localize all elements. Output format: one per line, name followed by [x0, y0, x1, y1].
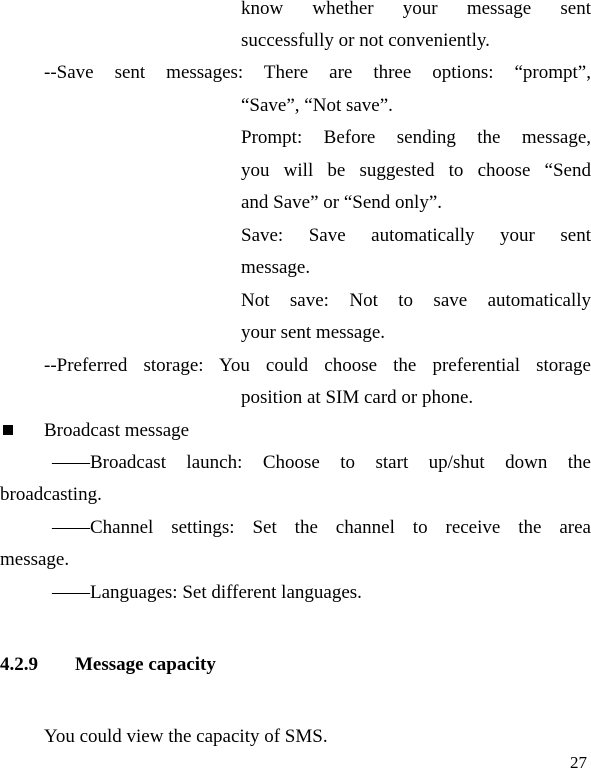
- text-line: and Save” or “Send only”.: [241, 192, 443, 213]
- text-line: position at SIM card or phone.: [241, 387, 474, 408]
- text-line: Save: Save automatically your sent: [241, 225, 591, 246]
- text-line: message.: [241, 257, 311, 278]
- section-number: 4.2.9: [0, 654, 38, 675]
- section-title: Message capacity: [75, 654, 216, 675]
- broadcast-item: message.: [0, 549, 70, 570]
- text-line: you will be suggested to choose “Send: [241, 160, 591, 181]
- text-line: know whether your message sent: [241, 0, 591, 19]
- body-text: You could view the capacity of SMS.: [44, 726, 328, 747]
- text-line: Not save: Not to save automatically: [241, 290, 591, 311]
- bullet-square-icon: [3, 425, 13, 435]
- broadcast-item: ——Channel settings: Set the channel to r…: [52, 517, 591, 538]
- broadcast-item: ——Languages: Set different languages.: [52, 582, 362, 603]
- broadcast-item: ——Broadcast launch: Choose to start up/s…: [52, 452, 591, 473]
- text-line: --Preferred storage: You could choose th…: [44, 355, 591, 376]
- text-line: --Save sent messages: There are three op…: [44, 62, 591, 83]
- text-line: Prompt: Before sending the message,: [241, 127, 591, 148]
- page-number: 27: [570, 753, 587, 772]
- text-line: “Save”, “Not save”.: [241, 95, 393, 116]
- broadcast-title: Broadcast message: [44, 420, 190, 441]
- text-line: your sent message.: [241, 322, 386, 343]
- text-line: successfully or not conveniently.: [241, 30, 490, 51]
- broadcast-item: broadcasting.: [0, 484, 102, 505]
